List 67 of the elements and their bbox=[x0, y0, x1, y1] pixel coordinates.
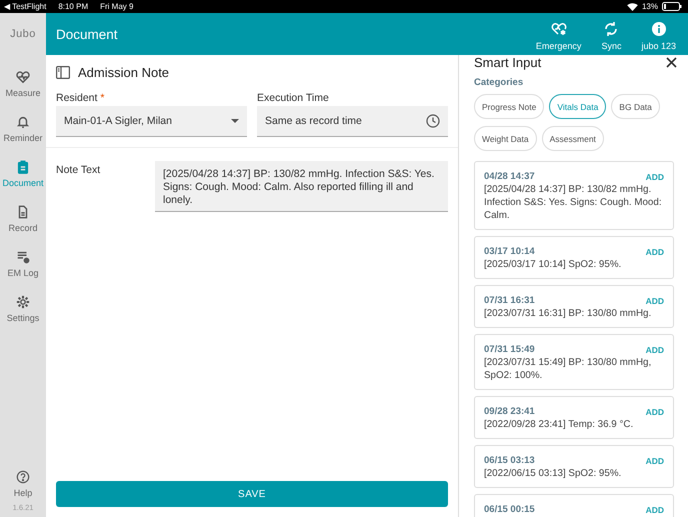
entry-text: [2025/04/28 14:37] BP: 130/82 mmHg. Infection S&S: Yes. Signs: Cough. Mood: Calm. bbox=[484, 183, 663, 222]
clock-icon bbox=[426, 114, 440, 128]
close-icon[interactable] bbox=[666, 57, 677, 68]
info-icon bbox=[650, 21, 667, 37]
add-link[interactable]: ADD bbox=[646, 246, 664, 256]
sidebar-item[interactable]: Record bbox=[8, 205, 38, 233]
side-panel-icon bbox=[56, 66, 70, 78]
clipboard-icon bbox=[16, 160, 30, 174]
sidebar-item[interactable]: Reminder bbox=[3, 115, 42, 143]
entry-time: 03/17 10:14 bbox=[484, 246, 535, 257]
form-title: Admission Note bbox=[78, 64, 170, 80]
back-link[interactable]: ◀ TestFlight bbox=[4, 2, 46, 11]
help-item[interactable]: Help bbox=[14, 470, 32, 498]
categories-label: Categories bbox=[474, 77, 524, 88]
entry-text: [2025/03/17 10:14] SpO2: 95%. bbox=[484, 258, 622, 271]
sync-icon bbox=[603, 21, 620, 37]
panel-title: Smart Input bbox=[474, 55, 542, 70]
settings-icon bbox=[16, 295, 30, 309]
field-label: Resident bbox=[56, 92, 98, 104]
entry-text: [2023/07/31 15:49] BP: 130/80 mmHg, SpO2: 100%. bbox=[484, 356, 652, 382]
sidebar-item[interactable]: Measure bbox=[5, 70, 40, 98]
header-action[interactable]: jubo 123 bbox=[641, 17, 676, 51]
add-link[interactable]: ADD bbox=[646, 296, 664, 306]
date-text: Fri May 9 bbox=[100, 2, 134, 11]
save-button[interactable]: SAVE bbox=[56, 481, 448, 507]
help-icon bbox=[16, 470, 30, 484]
entry-text: [2022/09/28 23:41] Temp: 36.9 °C. bbox=[484, 418, 634, 431]
entry-text: [2022/06/15 03:13] SpO2: 95%. bbox=[484, 467, 622, 480]
field-label: Execution Time bbox=[257, 92, 329, 104]
add-link[interactable]: ADD bbox=[646, 406, 664, 416]
bell-icon bbox=[16, 115, 30, 129]
page-title: Document bbox=[56, 26, 118, 42]
entry-text: [2023/07/31 16:31] BP: 130/80 mmHg. bbox=[484, 307, 652, 320]
sidebar-item[interactable]: Settings bbox=[6, 295, 40, 323]
category-chip[interactable]: Assessment bbox=[542, 126, 604, 151]
add-link[interactable]: ADD bbox=[646, 172, 664, 182]
dropdown-caret-icon bbox=[231, 119, 239, 123]
entry-time: 09/28 23:41 bbox=[484, 406, 535, 417]
time-field[interactable]: Same as record time bbox=[257, 106, 448, 137]
resident-select[interactable]: Main-01-A Sigler, Milan bbox=[56, 106, 247, 137]
entry-time: 04/28 14:37 bbox=[484, 171, 535, 182]
header-action[interactable]: Sync bbox=[601, 17, 622, 51]
category-chip[interactable]: BG Data bbox=[611, 94, 660, 119]
battery-icon bbox=[662, 2, 682, 11]
entry-time: 07/31 16:31 bbox=[484, 295, 535, 306]
note-text-field[interactable]: [2025/04/28 14:37] BP: 130/82 mmHg. Infection S&S: Yes. Signs: Cough. Mood: Calm. Also reported filling ill and lonely. bbox=[155, 161, 448, 212]
entry-time: 07/31 15:49 bbox=[484, 344, 535, 355]
entry-time: 06/15 03:13 bbox=[484, 455, 535, 466]
header-action[interactable]: Emergency bbox=[536, 17, 582, 51]
category-chip[interactable]: Weight Data bbox=[474, 126, 537, 151]
add-link[interactable]: ADD bbox=[646, 504, 664, 514]
category-chip[interactable]: Vitals Data bbox=[549, 94, 606, 119]
heart-asterisk-icon bbox=[550, 21, 567, 37]
heart-pulse-icon bbox=[16, 70, 30, 84]
wifi-icon bbox=[626, 2, 638, 10]
sidebar-item[interactable]: EM Log bbox=[7, 250, 39, 278]
clock-time: 8:10 PM bbox=[58, 2, 88, 11]
entry-time: 06/15 00:15 bbox=[484, 504, 535, 515]
logo-text: Jubo bbox=[10, 27, 36, 42]
category-chip[interactable]: Progress Note bbox=[474, 94, 544, 119]
sidebar-item[interactable]: Document bbox=[2, 160, 44, 188]
list-icon bbox=[16, 250, 30, 264]
field-label: Note Text bbox=[56, 163, 102, 178]
battery-percent: 13% bbox=[642, 2, 658, 11]
add-link[interactable]: ADD bbox=[646, 344, 664, 354]
add-link[interactable]: ADD bbox=[646, 456, 664, 466]
required-mark: * bbox=[100, 92, 104, 104]
